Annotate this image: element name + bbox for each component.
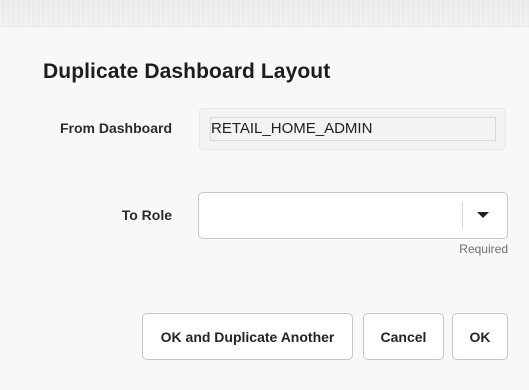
from-dashboard-field: RETAIL_HOME_ADMIN bbox=[199, 108, 506, 150]
ok-and-duplicate-another-button[interactable]: OK and Duplicate Another bbox=[142, 313, 353, 360]
to-role-select[interactable] bbox=[198, 192, 508, 239]
chevron-down-icon[interactable] bbox=[469, 202, 497, 229]
select-divider bbox=[462, 202, 463, 229]
from-dashboard-value: RETAIL_HOME_ADMIN bbox=[210, 117, 496, 141]
to-role-required-text: Required bbox=[459, 242, 508, 256]
from-dashboard-label: From Dashboard bbox=[59, 120, 172, 136]
top-strip bbox=[0, 0, 529, 27]
ok-button[interactable]: OK bbox=[452, 313, 508, 360]
dialog-title: Duplicate Dashboard Layout bbox=[43, 60, 331, 83]
cancel-button[interactable]: Cancel bbox=[363, 313, 444, 360]
to-role-label: To Role bbox=[121, 207, 172, 223]
